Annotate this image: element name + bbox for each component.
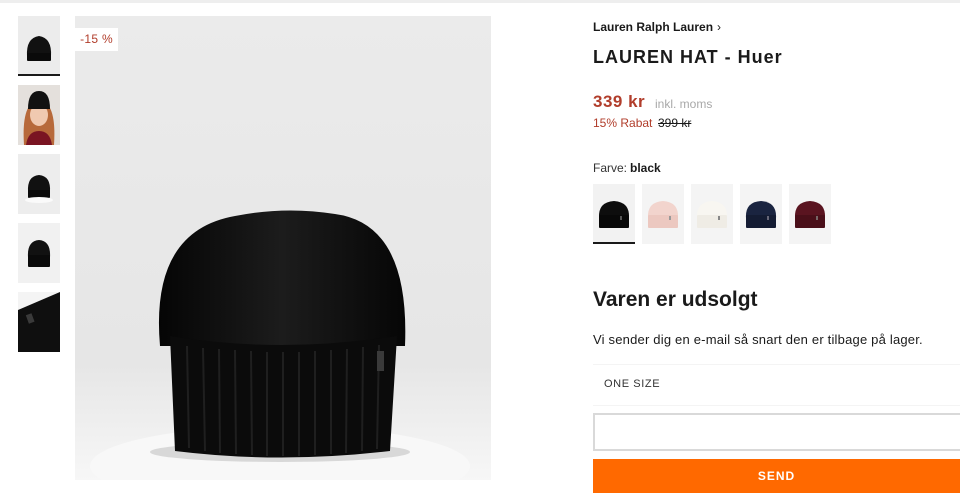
swatch-navy[interactable] <box>740 184 782 244</box>
swatch-black[interactable] <box>593 184 635 244</box>
chevron-right-icon: › <box>717 20 722 34</box>
product-title: LAUREN HAT - Huer <box>593 47 783 67</box>
discount-badge: -15 % <box>75 28 118 51</box>
thumbnail-hat-side[interactable] <box>18 154 60 214</box>
brand-name: Lauren Ralph Lauren <box>593 20 714 34</box>
email-input[interactable] <box>593 413 960 451</box>
color-label: Farve: black <box>593 161 661 175</box>
swatch-burgundy[interactable] <box>789 184 831 244</box>
send-button[interactable]: SEND <box>593 459 960 493</box>
selected-color: black <box>630 161 661 175</box>
swatch-cream[interactable] <box>691 184 733 244</box>
vat-note: inkl. moms <box>655 97 713 111</box>
top-divider <box>0 0 960 3</box>
sold-out-title: Varen er udsolgt <box>593 288 758 311</box>
brand-link[interactable]: Lauren Ralph Lauren › <box>593 20 721 34</box>
main-product-image[interactable] <box>75 16 491 480</box>
thumbnail-hat-back[interactable] <box>18 223 60 283</box>
current-price: 339 kr <box>593 92 646 111</box>
original-price: 399 kr <box>658 116 692 130</box>
sold-out-message: Vi sender dig en e-mail så snart den er … <box>593 332 923 347</box>
color-label-text: Farve: <box>593 161 628 175</box>
thumbnail-hat-detail[interactable] <box>18 292 60 352</box>
thumbnail-hat-front[interactable] <box>18 16 60 76</box>
size-selector[interactable]: ONE SIZE <box>593 364 960 406</box>
thumbnail-model[interactable] <box>18 85 60 145</box>
size-value: ONE SIZE <box>604 378 661 390</box>
discount-label: 15% Rabat <box>593 116 653 130</box>
swatch-pink[interactable] <box>642 184 684 244</box>
